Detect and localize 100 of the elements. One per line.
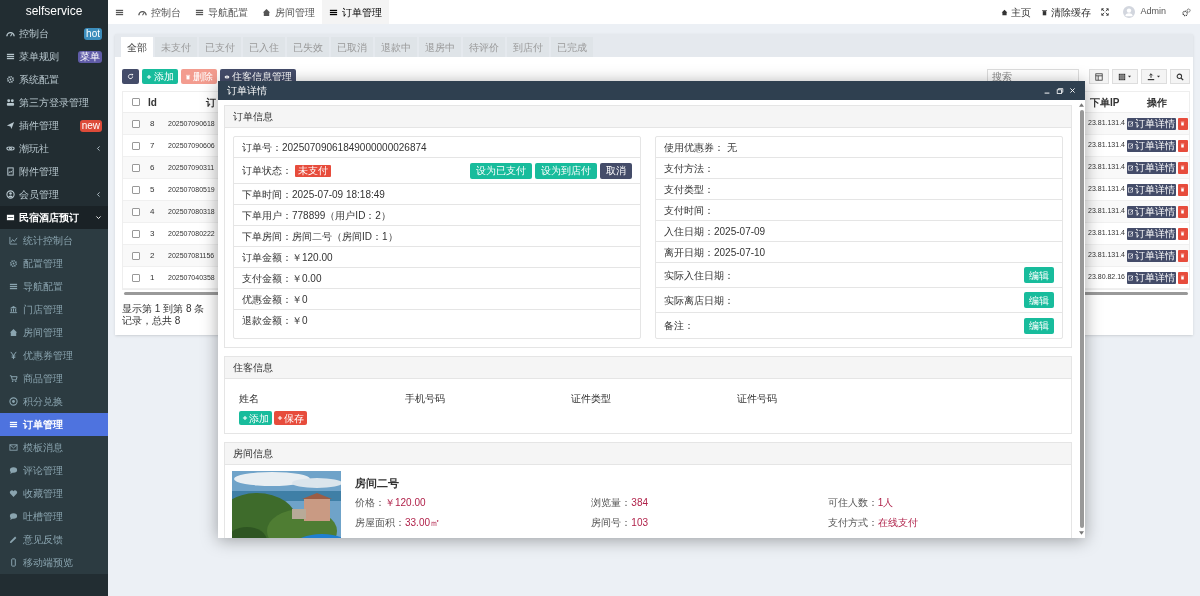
sidebar-subitem[interactable]: 订单管理: [0, 413, 108, 436]
checkbox[interactable]: [131, 185, 140, 194]
checkbox[interactable]: [131, 207, 140, 216]
bank-icon: [9, 305, 18, 314]
table-cell-text: 2: [149, 249, 156, 262]
checkbox[interactable]: [131, 98, 140, 106]
sidebar-item[interactable]: 潮玩社: [0, 137, 108, 160]
sidebar-item[interactable]: 插件管理 new: [0, 114, 108, 137]
sidebar-subitem[interactable]: 移动端预览: [0, 551, 108, 574]
sidebar-subitem[interactable]: 吐槽管理: [0, 505, 108, 528]
sidebar-subitem[interactable]: 模板消息: [0, 436, 108, 459]
nav-tab[interactable]: 导航配置: [188, 0, 255, 24]
column-header: 手机号码: [405, 393, 445, 404]
action-button[interactable]: 取消: [600, 162, 632, 179]
edit-button[interactable]: 编辑: [1024, 317, 1054, 334]
sidebar-subitem[interactable]: 收藏管理: [0, 482, 108, 505]
nav-tab[interactable]: 订单管理: [322, 0, 389, 24]
checkbox[interactable]: [131, 251, 140, 260]
trash-icon: [1180, 253, 1185, 258]
dialog-title: 订单详情: [227, 84, 268, 98]
sidebar-item[interactable]: 菜单规则 菜单: [0, 45, 108, 68]
sidebar-subitem[interactable]: 配置管理: [0, 252, 108, 275]
order-detail-button[interactable]: 订单详情: [1126, 117, 1176, 130]
detail-text: 支付金额：￥0.00: [242, 271, 322, 286]
nav-tab[interactable]: 房间管理: [255, 0, 322, 24]
sidebar-item[interactable]: 会员管理: [0, 183, 108, 206]
edit-icon: [1127, 230, 1134, 237]
sidebar-subitem[interactable]: 优惠券管理: [0, 344, 108, 367]
sidebar-subitem[interactable]: 评论管理: [0, 459, 108, 482]
sidebar-subitem[interactable]: 导航配置: [0, 275, 108, 298]
scroll-down-icon[interactable]: [1079, 531, 1084, 535]
checkbox[interactable]: [131, 163, 140, 172]
sidebar-item[interactable]: 附件管理: [0, 160, 108, 183]
delete-button[interactable]: [1177, 249, 1188, 262]
action-button[interactable]: 设为到店付: [535, 162, 597, 179]
trash-icon: [1180, 187, 1185, 192]
edit-icon: [1127, 186, 1134, 193]
sidebar-subitem[interactable]: 商品管理: [0, 367, 108, 390]
checkbox[interactable]: [131, 141, 140, 150]
edit-button[interactable]: 编辑: [1024, 267, 1054, 283]
search-button[interactable]: [1170, 69, 1190, 84]
chat-icon: [9, 512, 18, 521]
header-link[interactable]: 主页: [1001, 4, 1032, 20]
sidebar-subitem[interactable]: 意见反馈: [0, 528, 108, 551]
toolbar-button[interactable]: 添加: [142, 69, 178, 84]
columns-button[interactable]: [1089, 69, 1109, 84]
sidebar-subitem[interactable]: 统计控制台: [0, 229, 108, 252]
sidebar-item[interactable]: 第三方登录管理: [0, 91, 108, 114]
detail-text: 入住日期：2025-07-09: [664, 224, 766, 239]
order-detail-button[interactable]: 订单详情: [1126, 161, 1176, 174]
guest-button[interactable]: 添加: [239, 411, 272, 425]
order-detail-button[interactable]: 订单详情: [1126, 205, 1176, 218]
detail-label: 备注：: [664, 319, 695, 333]
panel-title: 订单信息: [233, 110, 273, 124]
order-detail-button[interactable]: 订单详情: [1126, 249, 1176, 262]
detail-text: 支付方法：: [664, 161, 714, 176]
table-cell-text: 5: [149, 183, 156, 196]
restore-button[interactable]: [1056, 86, 1064, 95]
delete-button[interactable]: [1177, 161, 1188, 174]
scroll-up-icon[interactable]: [1079, 103, 1084, 107]
checkbox[interactable]: [131, 229, 140, 238]
scrollbar[interactable]: [1078, 100, 1085, 538]
export-button[interactable]: [1141, 69, 1167, 84]
delete-button[interactable]: [1177, 139, 1188, 152]
detail-text: 离开日期：2025-07-10: [664, 245, 766, 260]
order-detail-button[interactable]: 订单详情: [1126, 271, 1176, 284]
checkbox[interactable]: [131, 273, 140, 282]
edit-button[interactable]: 编辑: [1024, 292, 1054, 308]
delete-button[interactable]: [1177, 183, 1188, 196]
users-icon: [6, 98, 15, 107]
sidebar-subitem[interactable]: 房间管理: [0, 321, 108, 344]
delete-button[interactable]: [1177, 227, 1188, 240]
order-detail-button[interactable]: 订单详情: [1126, 227, 1176, 240]
nav-tab[interactable]: 控制台: [131, 0, 188, 24]
field-label: 房屋面积：: [355, 515, 405, 530]
delete-button[interactable]: [1177, 271, 1188, 284]
checkbox[interactable]: [131, 119, 140, 128]
close-button[interactable]: [1069, 87, 1076, 94]
delete-button[interactable]: [1177, 205, 1188, 218]
status-badge: 未支付: [295, 164, 331, 177]
action-button[interactable]: 设为已支付: [470, 162, 532, 179]
detail-text: 支付类型：: [664, 182, 714, 197]
order-detail-button[interactable]: 订单详情: [1126, 139, 1176, 152]
grid-button[interactable]: [1112, 69, 1138, 84]
status-tab[interactable]: 全部: [121, 37, 153, 57]
table-cell-text: 3: [149, 227, 156, 240]
header-link[interactable]: 清除缓存: [1041, 4, 1092, 20]
guest-button[interactable]: 保存: [274, 411, 307, 425]
column-header: 操作: [1147, 95, 1167, 110]
cart-icon: [9, 374, 18, 383]
order-detail-button[interactable]: 订单详情: [1126, 183, 1176, 196]
sidebar-item[interactable]: 系统配置: [0, 68, 108, 91]
user-name[interactable]: Admin: [1140, 5, 1166, 19]
sidebar-subitem[interactable]: 门店管理: [0, 298, 108, 321]
refresh-button[interactable]: [122, 69, 139, 84]
search-icon: [1176, 72, 1184, 81]
sidebar-item[interactable]: 控制台 hot: [0, 22, 108, 45]
sidebar-subitem[interactable]: 积分兑换: [0, 390, 108, 413]
delete-button[interactable]: [1177, 117, 1188, 130]
sidebar-item[interactable]: 民宿酒店预订: [0, 206, 108, 229]
